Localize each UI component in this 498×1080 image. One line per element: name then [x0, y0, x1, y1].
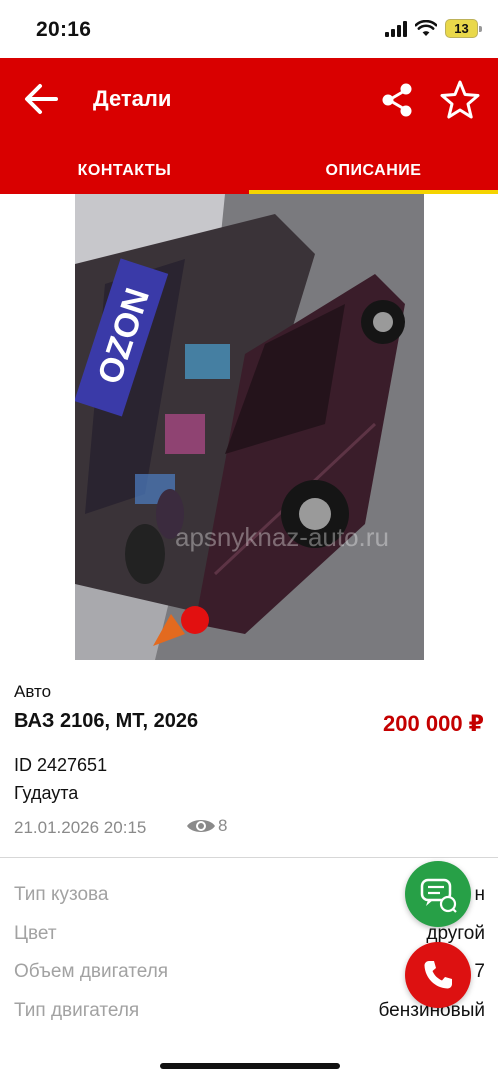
views-counter: 8	[186, 816, 227, 836]
favorite-button[interactable]	[438, 78, 482, 122]
chat-icon	[420, 878, 457, 913]
listing-id: ID 2427651	[14, 755, 108, 775]
spec-label: Тип двигателя	[14, 1000, 140, 1021]
eye-icon	[187, 820, 215, 832]
status-time: 20:16	[36, 18, 92, 41]
status-icons: 13	[385, 19, 482, 38]
tab-bar: КОНТАКТЫ ОПИСАНИЕ	[0, 148, 498, 194]
listing-price: 200 000 ₽	[383, 711, 484, 736]
app-header: Детали КОНТАКТЫ ОПИСАНИЕ	[0, 58, 498, 194]
tab-contacts[interactable]: КОНТАКТЫ	[0, 148, 249, 194]
spec-label: Тип кузова	[14, 884, 109, 905]
page-title: Детали	[93, 86, 172, 111]
cellular-signal-icon	[385, 20, 407, 37]
call-button[interactable]	[405, 942, 471, 1008]
spec-row-color: Цвет другой	[14, 920, 485, 948]
spec-label: Объем двигателя	[14, 961, 169, 982]
wifi-icon	[415, 20, 437, 36]
share-button[interactable]	[378, 80, 418, 120]
listing-category: Авто	[14, 682, 52, 701]
back-button[interactable]	[20, 78, 62, 120]
spec-row-engine-type: Тип двигателя бензиновый	[14, 997, 485, 1025]
listing-date: 21.01.2026 20:15	[14, 818, 147, 837]
spec-value: н	[474, 884, 486, 905]
listing-title: ВАЗ 2106, МТ, 2026	[14, 710, 199, 732]
listing-city: Гудаута	[14, 783, 79, 803]
tab-description[interactable]: ОПИСАНИЕ	[249, 148, 498, 194]
record-dot	[181, 606, 209, 634]
divider	[0, 857, 498, 858]
phone-icon	[424, 961, 452, 989]
share-icon	[382, 83, 412, 117]
spec-value: 7	[474, 961, 485, 982]
star-outline-icon	[440, 80, 480, 119]
chat-button[interactable]	[405, 861, 471, 927]
spec-label: Цвет	[14, 923, 57, 944]
arrow-left-icon	[25, 84, 58, 114]
listing-photo[interactable]: OZON apsnyknaz-auto.ru	[75, 194, 424, 660]
views-count: 8	[218, 816, 228, 835]
watermark-text: apsnyknaz-auto.ru	[175, 522, 389, 552]
status-bar: 20:16 13	[0, 0, 498, 58]
car-photo-illustration: OZON apsnyknaz-auto.ru	[75, 194, 424, 660]
battery-icon: 13	[445, 19, 482, 38]
home-indicator[interactable]	[160, 1063, 340, 1069]
